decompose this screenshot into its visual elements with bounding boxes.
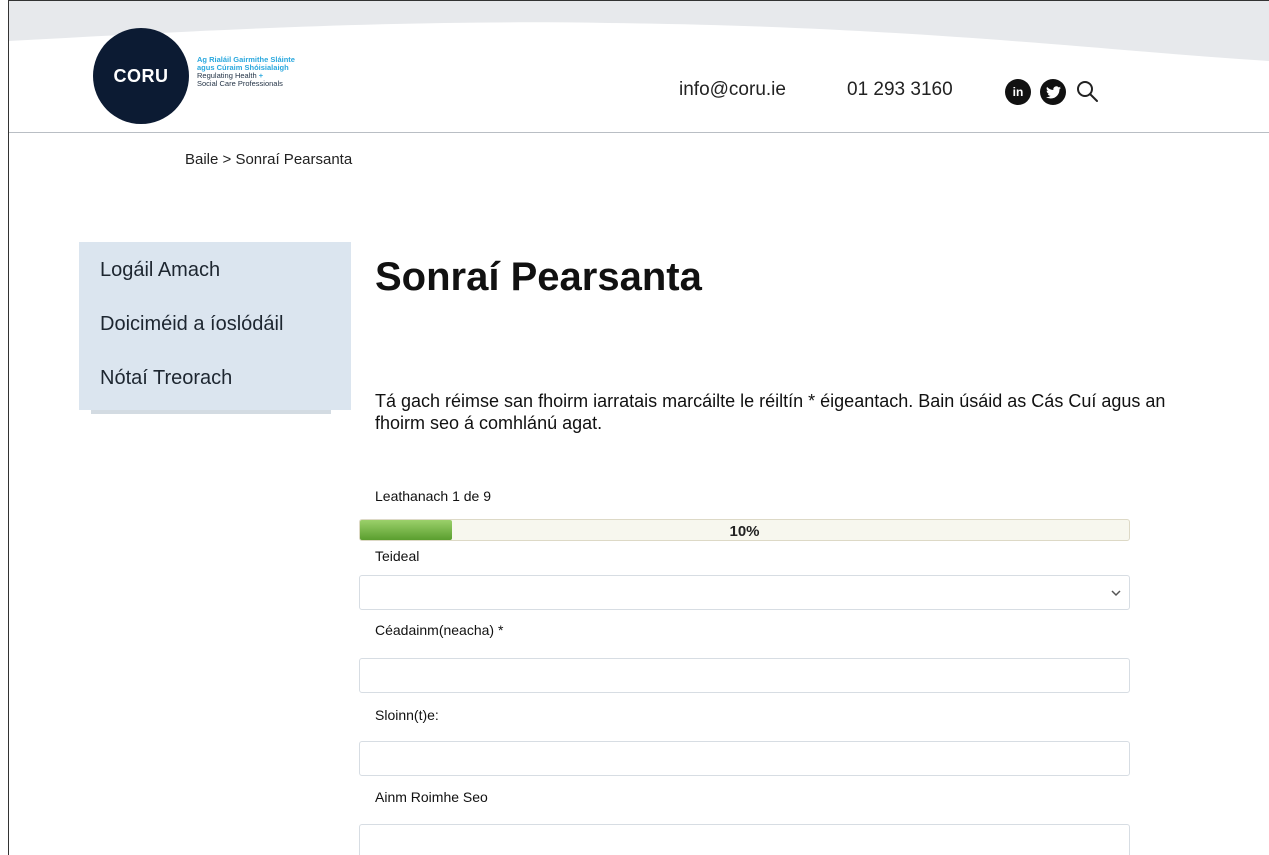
twitter-icon[interactable] xyxy=(1040,79,1066,105)
site-header: CORU Ag Rialáil Gairmithe Sláinte agus C… xyxy=(9,1,1269,133)
sidebar-item-logout[interactable]: Logáil Amach xyxy=(79,257,351,311)
sidebar-shadow xyxy=(91,410,331,414)
first-name-field[interactable] xyxy=(359,658,1130,693)
progress-label: 10% xyxy=(729,523,760,540)
twitter-bird-glyph xyxy=(1045,85,1061,98)
title-select[interactable] xyxy=(359,575,1130,610)
progress-bar: 10% xyxy=(359,519,1130,541)
coru-logo[interactable]: CORU xyxy=(93,28,189,124)
title-label: Teideal xyxy=(375,548,420,564)
phone-link[interactable]: 01 293 3160 xyxy=(847,79,953,101)
previous-name-label: Ainm Roimhe Seo xyxy=(375,789,488,805)
linkedin-icon[interactable]: in xyxy=(1005,79,1031,105)
previous-name-field[interactable] xyxy=(359,824,1130,855)
page-frame: CORU Ag Rialáil Gairmithe Sláinte agus C… xyxy=(8,0,1269,855)
intro-text: Tá gach réimse san fhoirm iarratais marc… xyxy=(375,391,1166,433)
logo-tagline: Ag Rialáil Gairmithe Sláinte agus Cúraim… xyxy=(197,56,295,88)
sidebar-nav: Logáil Amach Doiciméid a íoslódáil Nótaí… xyxy=(79,242,351,414)
first-name-label: Céadainm(neacha) * xyxy=(375,622,504,638)
sidebar-item-download-documents[interactable]: Doiciméid a íoslódáil xyxy=(79,311,351,365)
search-icon[interactable] xyxy=(1075,79,1099,103)
breadcrumb: Baile > Sonraí Pearsanta xyxy=(185,151,353,168)
header-wave-decoration xyxy=(9,1,1269,61)
email-link[interactable]: info@coru.ie xyxy=(679,79,786,101)
chevron-down-icon xyxy=(1111,590,1121,597)
page-indicator: Leathanach 1 de 9 xyxy=(375,488,491,504)
page-title: Sonraí Pearsanta xyxy=(375,255,702,299)
surname-field[interactable] xyxy=(359,741,1130,776)
surname-label: Sloinn(t)e: xyxy=(375,707,439,723)
linkedin-glyph: in xyxy=(1012,85,1024,99)
logo-english-line-2: Social Care Professionals xyxy=(197,78,283,88)
logo-mark: CORU xyxy=(113,65,169,86)
